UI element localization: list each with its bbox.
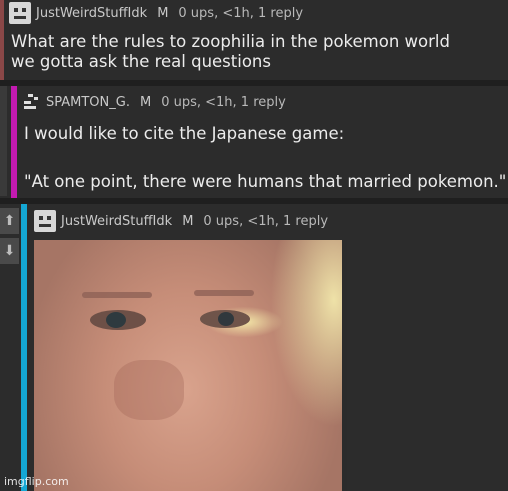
left-brow xyxy=(82,292,152,298)
gender-flag: M xyxy=(139,94,152,110)
watermark: imgflip.com xyxy=(4,475,69,488)
comment-thread-bar[interactable] xyxy=(21,204,27,491)
comment-stats: 0 ups, <1h, 1 reply xyxy=(178,5,304,21)
comment-text: What are the rules to zoophilia in the p… xyxy=(11,32,450,72)
gender-flag: M xyxy=(157,5,169,21)
comment-line: we gotta ask the real questions xyxy=(11,52,271,71)
face-photo xyxy=(34,240,342,491)
username-link[interactable]: SPAMTON_G. xyxy=(46,95,130,110)
reaction-image[interactable] xyxy=(34,240,347,491)
comment-1: JustWeirdStuffIdk M 0 ups, <1h, 1 reply … xyxy=(0,0,508,80)
comment-thread-bar[interactable] xyxy=(11,86,17,198)
username-link[interactable]: JustWeirdStuffIdk xyxy=(36,6,147,21)
gender-flag: M xyxy=(182,213,194,229)
arrow-up-icon[interactable]: ⬆ xyxy=(0,208,19,234)
arrow-down-icon[interactable]: ⬇ xyxy=(0,238,19,264)
comment-2: SPAMTON_G. M 0 ups, <1h, 1 reply I would… xyxy=(0,86,508,198)
avatar[interactable] xyxy=(34,210,56,232)
vote-column: ⬆ ⬇ xyxy=(0,208,19,268)
comment-text-line-1: I would like to cite the Japanese game: xyxy=(24,124,345,143)
comment-stats: 0 ups, <1h, 1 reply xyxy=(161,94,286,110)
nose-shadow xyxy=(114,360,184,420)
right-iris xyxy=(218,312,234,326)
comment-thread-bar[interactable] xyxy=(0,0,4,80)
left-iris xyxy=(106,312,126,328)
comment-meta: JustWeirdStuffIdk M 0 ups, <1h, 1 reply xyxy=(9,2,303,24)
comment-text-line-2: "At one point, there were humans that ma… xyxy=(24,172,507,191)
pixel-avatar-icon[interactable] xyxy=(24,94,40,110)
comment-meta: SPAMTON_G. M 0 ups, <1h, 1 reply xyxy=(24,94,286,110)
username-link[interactable]: JustWeirdStuffIdk xyxy=(61,214,172,229)
comment-line: What are the rules to zoophilia in the p… xyxy=(11,32,450,51)
comment-stats: 0 ups, <1h, 1 reply xyxy=(203,213,329,229)
comment-meta: JustWeirdStuffIdk M 0 ups, <1h, 1 reply xyxy=(34,210,328,232)
avatar[interactable] xyxy=(9,2,31,24)
right-brow xyxy=(194,290,254,296)
